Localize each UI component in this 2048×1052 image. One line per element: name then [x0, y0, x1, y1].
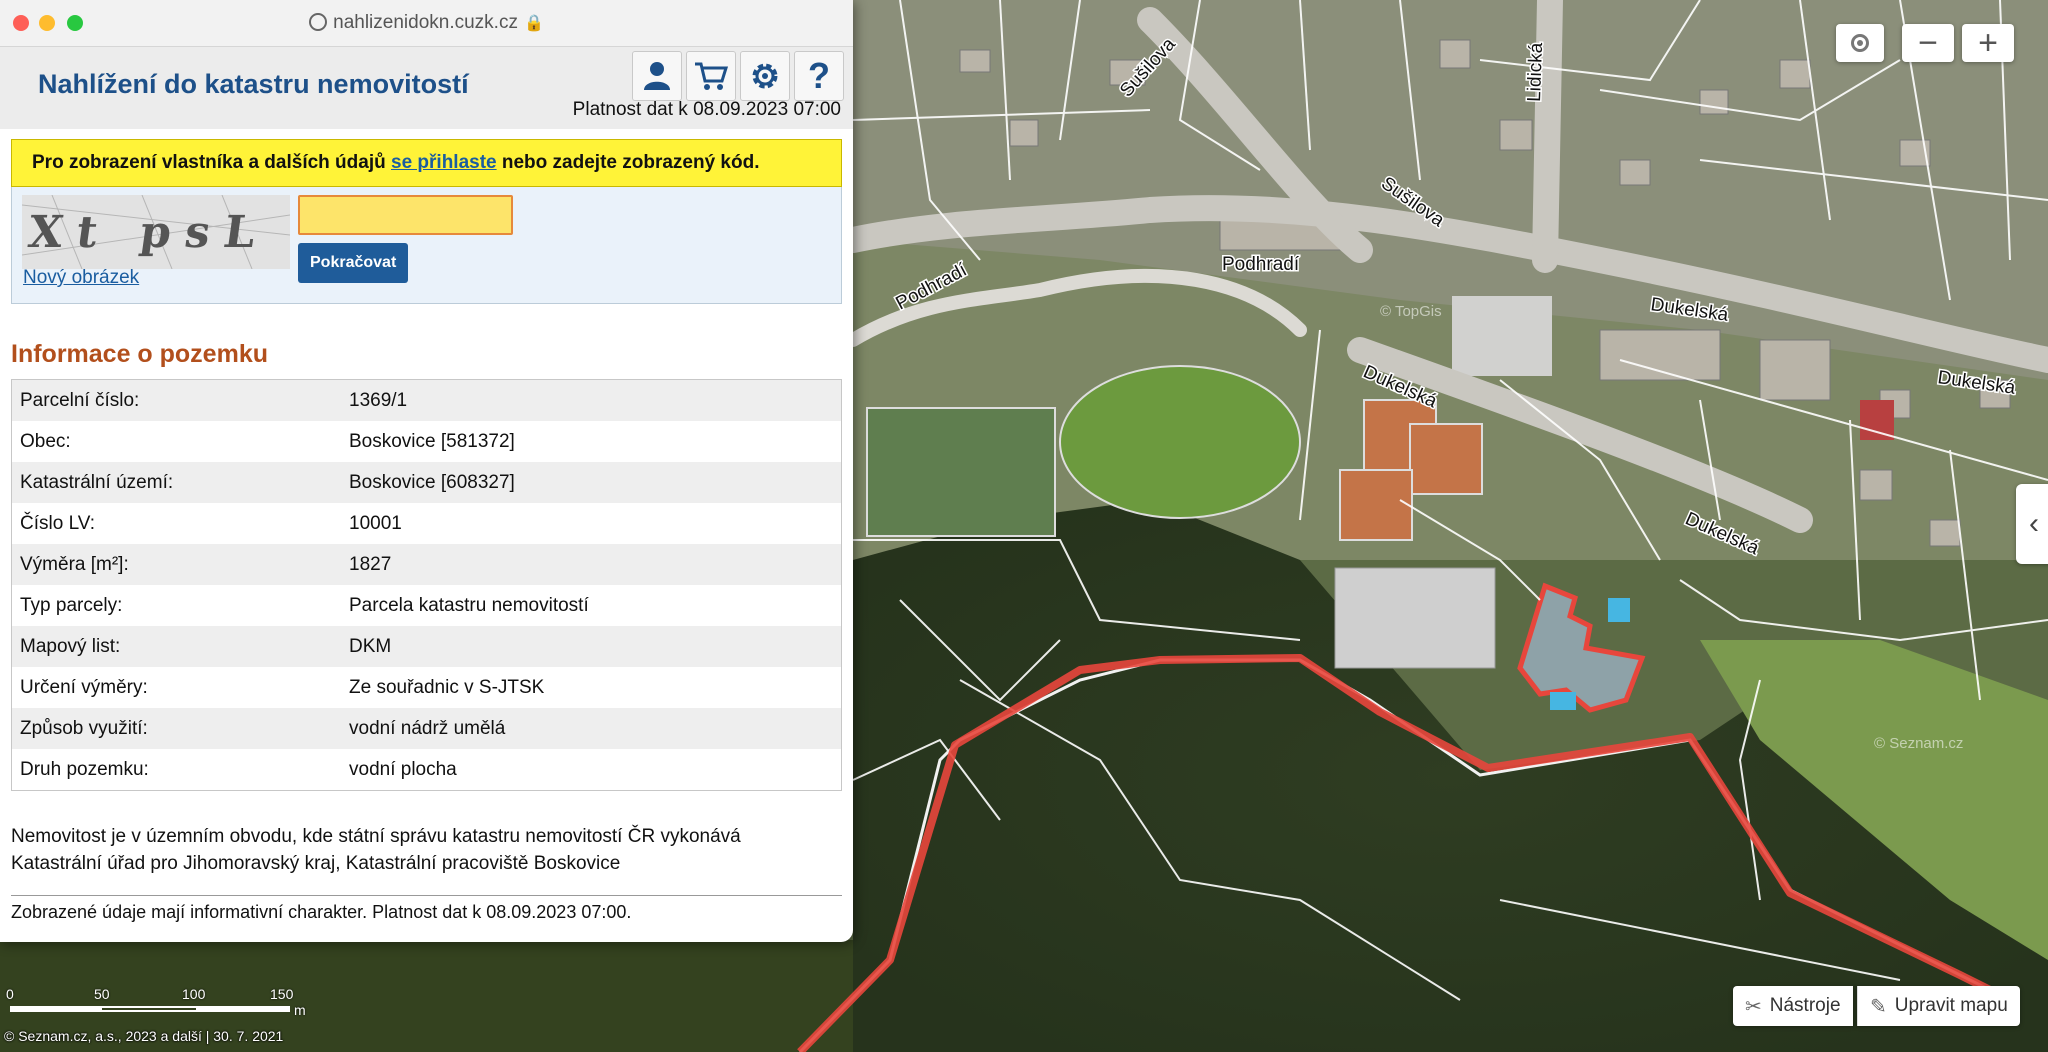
edit-map-label: Upravit mapu: [1894, 995, 2008, 1016]
row-key: Určení výměry:: [20, 676, 148, 698]
zoom-out-button[interactable]: −: [1902, 24, 1954, 62]
address-bar[interactable]: nahlizenidokn.cuzk.cz 🔒: [0, 12, 853, 34]
row-key: Číslo LV:: [20, 512, 95, 534]
lock-icon: 🔒: [523, 15, 544, 32]
table-row: Určení výměry: Ze souřadnic v S-JTSK: [12, 667, 841, 708]
url-text: nahlizenidokn.cuzk.cz: [333, 12, 518, 33]
site-header: Nahlížení do katastru nemovitostí ? Plat…: [0, 47, 853, 129]
continue-button[interactable]: Pokračovat: [298, 243, 409, 283]
help-icon: ?: [808, 55, 830, 96]
tools-label: Nástroje: [1769, 995, 1841, 1016]
globe-icon: [309, 13, 328, 31]
login-notice: Pro zobrazení vlastníka a dalších údajů …: [11, 139, 842, 187]
table-row: Parcelní číslo: 1369/1: [12, 380, 841, 421]
title-bar: nahlizenidokn.cuzk.cz 🔒: [0, 0, 853, 47]
scale-label: 50: [94, 986, 110, 1002]
notice-prefix: Pro zobrazení vlastníka a dalších údajů: [32, 152, 391, 173]
user-button[interactable]: [632, 51, 682, 101]
office-line: Nemovitost je v územním obvodu, kde stát…: [11, 826, 741, 847]
map-copyright: © Seznam.cz, a.s., 2023 a další | 30. 7.…: [4, 1028, 284, 1044]
row-value: vodní nádrž umělá: [349, 717, 506, 739]
row-value: DKM: [349, 635, 392, 657]
table-row: Způsob využití: vodní nádrž umělá: [12, 708, 841, 749]
scale-label: 100: [182, 986, 206, 1002]
user-icon: [644, 62, 670, 90]
table-row: Výměra [m²]: 1827: [12, 544, 841, 585]
table-row: Katastrální území: Boskovice [608327]: [12, 462, 841, 503]
scale-bar: 0 50 100 150 m: [6, 986, 306, 1030]
cadastral-office-note: Nemovitost je v územním obvodu, kde stát…: [11, 823, 842, 877]
row-key: Způsob využití:: [20, 717, 148, 739]
page-title[interactable]: Nahlížení do katastru nemovitostí: [38, 69, 469, 100]
map-watermark: © Seznam.cz: [1874, 735, 1963, 752]
row-key: Mapový list:: [20, 635, 121, 657]
notice-suffix: nebo zadejte zobrazený kód.: [496, 152, 760, 173]
side-panel-toggle[interactable]: ‹: [2016, 484, 2048, 564]
edit-map-button[interactable]: ✎ Upravit mapu: [1857, 986, 2020, 1026]
section-title: Informace o pozemku: [11, 340, 268, 368]
row-value: Ze souřadnic v S-JTSK: [349, 676, 545, 698]
map-watermark: © TopGis: [1380, 303, 1442, 320]
row-key: Druh pozemku:: [20, 758, 149, 780]
row-key: Typ parcely:: [20, 594, 123, 616]
gear-icon: [752, 63, 778, 89]
browser-window: nahlizenidokn.cuzk.cz 🔒 Nahlížení do kata…: [0, 0, 853, 942]
captcha-form: Xt psL Nový obrázek Pokračovat: [11, 187, 842, 304]
help-button[interactable]: ?: [794, 51, 844, 101]
locate-button[interactable]: [1836, 24, 1884, 62]
tools-button[interactable]: ✂ Nástroje: [1733, 986, 1853, 1026]
table-row: Mapový list: DKM: [12, 626, 841, 667]
target-icon: [1851, 34, 1869, 52]
scale-unit: m: [294, 1002, 306, 1018]
cart-icon: [695, 62, 728, 90]
login-link[interactable]: se přihlaste: [391, 152, 497, 173]
office-line: Katastrální úřad pro Jihomoravský kraj, …: [11, 853, 621, 874]
row-value: 1369/1: [349, 389, 408, 411]
table-row: Typ parcely: Parcela katastru nemovitostí: [12, 585, 841, 626]
zoom-in-button[interactable]: +: [1962, 24, 2014, 62]
table-row: Druh pozemku: vodní plocha: [12, 749, 841, 790]
captcha-image: Xt psL: [22, 195, 290, 269]
table-row: Obec: Boskovice [581372]: [12, 421, 841, 462]
svg-text:Xt psL: Xt psL: [25, 206, 272, 258]
row-value: 10001: [349, 512, 402, 534]
data-validity: Platnost dat k 08.09.2023 07:00: [572, 99, 841, 120]
row-value: Boskovice [581372]: [349, 430, 515, 452]
row-value: Boskovice [608327]: [349, 471, 515, 493]
settings-button[interactable]: [740, 51, 790, 101]
street-label: Lidická: [1524, 42, 1547, 102]
table-row: Číslo LV: 10001: [12, 503, 841, 544]
new-image-link[interactable]: Nový obrázek: [23, 267, 139, 289]
scale-label: 150: [270, 986, 294, 1002]
parcel-info-table: Parcelní číslo: 1369/1 Obec: Boskovice [58…: [11, 379, 842, 791]
row-key: Katastrální území:: [20, 471, 174, 493]
row-key: Parcelní číslo:: [20, 389, 140, 411]
row-key: Výměra [m²]:: [20, 553, 129, 575]
row-value: 1827: [349, 553, 392, 575]
row-value: vodní plocha: [349, 758, 457, 780]
row-key: Obec:: [20, 430, 71, 452]
scale-label: 0: [6, 986, 14, 1002]
captcha-code-input[interactable]: [298, 195, 513, 235]
street-label: Podhradí: [1222, 254, 1300, 275]
pencil-icon: ✎: [1870, 995, 1887, 1018]
cart-button[interactable]: [686, 51, 736, 101]
tools-icon: ✂: [1745, 995, 1762, 1018]
disclaimer: Zobrazené údaje mají informativní charak…: [11, 895, 842, 923]
row-value: Parcela katastru nemovitostí: [349, 594, 589, 616]
